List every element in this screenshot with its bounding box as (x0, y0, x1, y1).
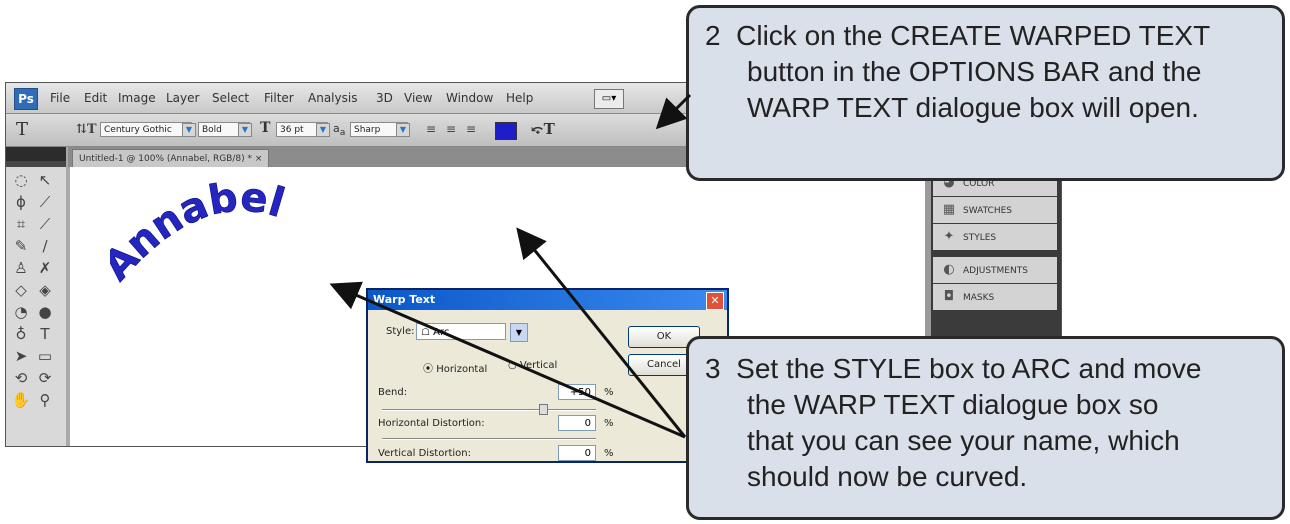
arrow-to-warped-name (329, 281, 686, 439)
arrow-to-style-select (516, 227, 687, 438)
arrow-to-warp-button (655, 93, 692, 130)
callout-arrows (329, 93, 692, 439)
